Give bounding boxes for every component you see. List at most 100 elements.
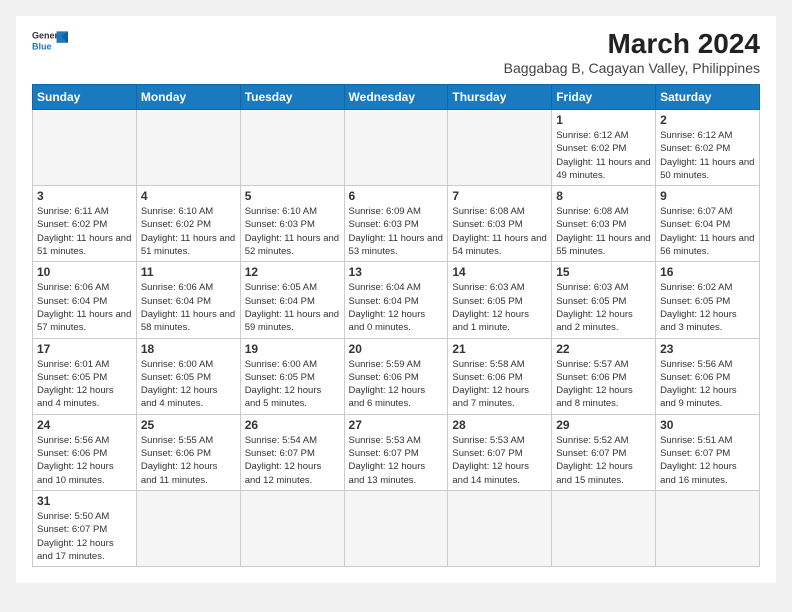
calendar-cell: 20 Sunrise: 5:59 AM Sunset: 6:06 PM Dayli… [344, 338, 448, 414]
calendar-week-2: 10 Sunrise: 6:06 AM Sunset: 6:04 PM Dayli… [33, 262, 760, 338]
day-number: 5 [245, 189, 340, 203]
calendar-cell: 31Sunrise: 5:50 AM Sunset: 6:07 PM Dayli… [33, 490, 137, 566]
day-info: Sunrise: 6:06 AM Sunset: 6:04 PM Dayligh… [141, 281, 236, 334]
day-number: 3 [37, 189, 132, 203]
calendar-cell: 16 Sunrise: 6:02 AM Sunset: 6:05 PM Dayli… [656, 262, 760, 338]
day-number: 18 [141, 342, 236, 356]
calendar-cell: 22 Sunrise: 5:57 AM Sunset: 6:06 PM Dayli… [552, 338, 656, 414]
calendar-cell: 25Sunrise: 5:55 AM Sunset: 6:06 PM Dayli… [136, 414, 240, 490]
day-info: Sunrise: 6:12 AM Sunset: 6:02 PM Dayligh… [660, 129, 755, 182]
calendar-cell: 21 Sunrise: 5:58 AM Sunset: 6:06 PM Dayli… [448, 338, 552, 414]
day-info: Sunrise: 5:59 AM Sunset: 6:06 PM Dayligh… [349, 358, 444, 411]
calendar-cell: 28Sunrise: 5:53 AM Sunset: 6:07 PM Dayli… [448, 414, 552, 490]
day-header-monday: Monday [136, 85, 240, 110]
calendar-cell: 1 Sunrise: 6:12 AM Sunset: 6:02 PM Daylig… [552, 110, 656, 186]
day-info: Sunrise: 5:52 AM Sunset: 6:07 PM Dayligh… [556, 434, 651, 487]
day-info: Sunrise: 6:10 AM Sunset: 6:03 PM Dayligh… [245, 205, 340, 258]
day-info: Sunrise: 5:51 AM Sunset: 6:07 PM Dayligh… [660, 434, 755, 487]
day-number: 24 [37, 418, 132, 432]
calendar-cell [552, 490, 656, 566]
calendar-cell: 4Sunrise: 6:10 AM Sunset: 6:02 PM Daylig… [136, 186, 240, 262]
calendar-cell: 7Sunrise: 6:08 AM Sunset: 6:03 PM Daylig… [448, 186, 552, 262]
day-number: 23 [660, 342, 755, 356]
day-number: 1 [556, 113, 651, 127]
day-number: 12 [245, 265, 340, 279]
day-info: Sunrise: 6:02 AM Sunset: 6:05 PM Dayligh… [660, 281, 755, 334]
calendar-cell: 24 Sunrise: 5:56 AM Sunset: 6:06 PM Dayli… [33, 414, 137, 490]
calendar-cell [448, 490, 552, 566]
day-header-sunday: Sunday [33, 85, 137, 110]
calendar-cell: 2 Sunrise: 6:12 AM Sunset: 6:02 PM Daylig… [656, 110, 760, 186]
day-info: Sunrise: 6:10 AM Sunset: 6:02 PM Dayligh… [141, 205, 236, 258]
day-info: Sunrise: 5:56 AM Sunset: 6:06 PM Dayligh… [37, 434, 132, 487]
calendar-cell: 17 Sunrise: 6:01 AM Sunset: 6:05 PM Dayli… [33, 338, 137, 414]
day-number: 9 [660, 189, 755, 203]
logo: General Blue [32, 28, 68, 56]
day-info: Sunrise: 6:12 AM Sunset: 6:02 PM Dayligh… [556, 129, 651, 182]
day-info: Sunrise: 6:00 AM Sunset: 6:05 PM Dayligh… [141, 358, 236, 411]
calendar-cell: 30 Sunrise: 5:51 AM Sunset: 6:07 PM Dayli… [656, 414, 760, 490]
calendar-cell [344, 490, 448, 566]
calendar-cell [136, 110, 240, 186]
day-number: 31 [37, 494, 132, 508]
day-info: Sunrise: 5:58 AM Sunset: 6:06 PM Dayligh… [452, 358, 547, 411]
calendar-cell: 15 Sunrise: 6:03 AM Sunset: 6:05 PM Dayli… [552, 262, 656, 338]
day-info: Sunrise: 6:03 AM Sunset: 6:05 PM Dayligh… [556, 281, 651, 334]
calendar-week-1: 3Sunrise: 6:11 AM Sunset: 6:02 PM Daylig… [33, 186, 760, 262]
day-number: 14 [452, 265, 547, 279]
day-info: Sunrise: 6:01 AM Sunset: 6:05 PM Dayligh… [37, 358, 132, 411]
calendar-cell [344, 110, 448, 186]
day-number: 25 [141, 418, 236, 432]
day-info: Sunrise: 6:05 AM Sunset: 6:04 PM Dayligh… [245, 281, 340, 334]
calendar-header-row: SundayMondayTuesdayWednesdayThursdayFrid… [33, 85, 760, 110]
day-header-saturday: Saturday [656, 85, 760, 110]
day-number: 10 [37, 265, 132, 279]
calendar-week-0: 1 Sunrise: 6:12 AM Sunset: 6:02 PM Daylig… [33, 110, 760, 186]
day-header-tuesday: Tuesday [240, 85, 344, 110]
day-number: 17 [37, 342, 132, 356]
day-info: Sunrise: 5:57 AM Sunset: 6:06 PM Dayligh… [556, 358, 651, 411]
calendar-cell: 27 Sunrise: 5:53 AM Sunset: 6:07 PM Dayli… [344, 414, 448, 490]
calendar-cell: 14 Sunrise: 6:03 AM Sunset: 6:05 PM Dayli… [448, 262, 552, 338]
day-header-friday: Friday [552, 85, 656, 110]
calendar-cell: 3Sunrise: 6:11 AM Sunset: 6:02 PM Daylig… [33, 186, 137, 262]
calendar-cell [448, 110, 552, 186]
svg-text:Blue: Blue [32, 41, 52, 51]
day-header-wednesday: Wednesday [344, 85, 448, 110]
title-block: March 2024 Baggabag B, Cagayan Valley, P… [504, 28, 760, 76]
location: Baggabag B, Cagayan Valley, Philippines [504, 60, 760, 76]
header: General Blue March 2024 Baggabag B, Caga… [32, 28, 760, 76]
day-number: 6 [349, 189, 444, 203]
day-info: Sunrise: 6:08 AM Sunset: 6:03 PM Dayligh… [452, 205, 547, 258]
day-number: 22 [556, 342, 651, 356]
calendar-cell: 12 Sunrise: 6:05 AM Sunset: 6:04 PM Dayli… [240, 262, 344, 338]
calendar-cell: 13 Sunrise: 6:04 AM Sunset: 6:04 PM Dayli… [344, 262, 448, 338]
calendar-cell [33, 110, 137, 186]
day-number: 19 [245, 342, 340, 356]
day-number: 13 [349, 265, 444, 279]
calendar-cell: 8Sunrise: 6:08 AM Sunset: 6:03 PM Daylig… [552, 186, 656, 262]
day-number: 15 [556, 265, 651, 279]
calendar-week-4: 24 Sunrise: 5:56 AM Sunset: 6:06 PM Dayli… [33, 414, 760, 490]
calendar-cell [240, 490, 344, 566]
day-number: 21 [452, 342, 547, 356]
calendar-cell [656, 490, 760, 566]
calendar-cell: 19Sunrise: 6:00 AM Sunset: 6:05 PM Dayli… [240, 338, 344, 414]
day-number: 20 [349, 342, 444, 356]
calendar-week-3: 17 Sunrise: 6:01 AM Sunset: 6:05 PM Dayli… [33, 338, 760, 414]
day-number: 30 [660, 418, 755, 432]
day-info: Sunrise: 6:06 AM Sunset: 6:04 PM Dayligh… [37, 281, 132, 334]
day-info: Sunrise: 6:09 AM Sunset: 6:03 PM Dayligh… [349, 205, 444, 258]
calendar-cell: 26Sunrise: 5:54 AM Sunset: 6:07 PM Dayli… [240, 414, 344, 490]
calendar-week-5: 31Sunrise: 5:50 AM Sunset: 6:07 PM Dayli… [33, 490, 760, 566]
calendar-cell: 5 Sunrise: 6:10 AM Sunset: 6:03 PM Daylig… [240, 186, 344, 262]
calendar-cell: 18 Sunrise: 6:00 AM Sunset: 6:05 PM Dayli… [136, 338, 240, 414]
day-info: Sunrise: 5:53 AM Sunset: 6:07 PM Dayligh… [349, 434, 444, 487]
day-number: 27 [349, 418, 444, 432]
day-number: 16 [660, 265, 755, 279]
day-info: Sunrise: 6:03 AM Sunset: 6:05 PM Dayligh… [452, 281, 547, 334]
day-info: Sunrise: 6:04 AM Sunset: 6:04 PM Dayligh… [349, 281, 444, 334]
calendar-cell: 23Sunrise: 5:56 AM Sunset: 6:06 PM Dayli… [656, 338, 760, 414]
calendar-cell: 29Sunrise: 5:52 AM Sunset: 6:07 PM Dayli… [552, 414, 656, 490]
day-number: 2 [660, 113, 755, 127]
